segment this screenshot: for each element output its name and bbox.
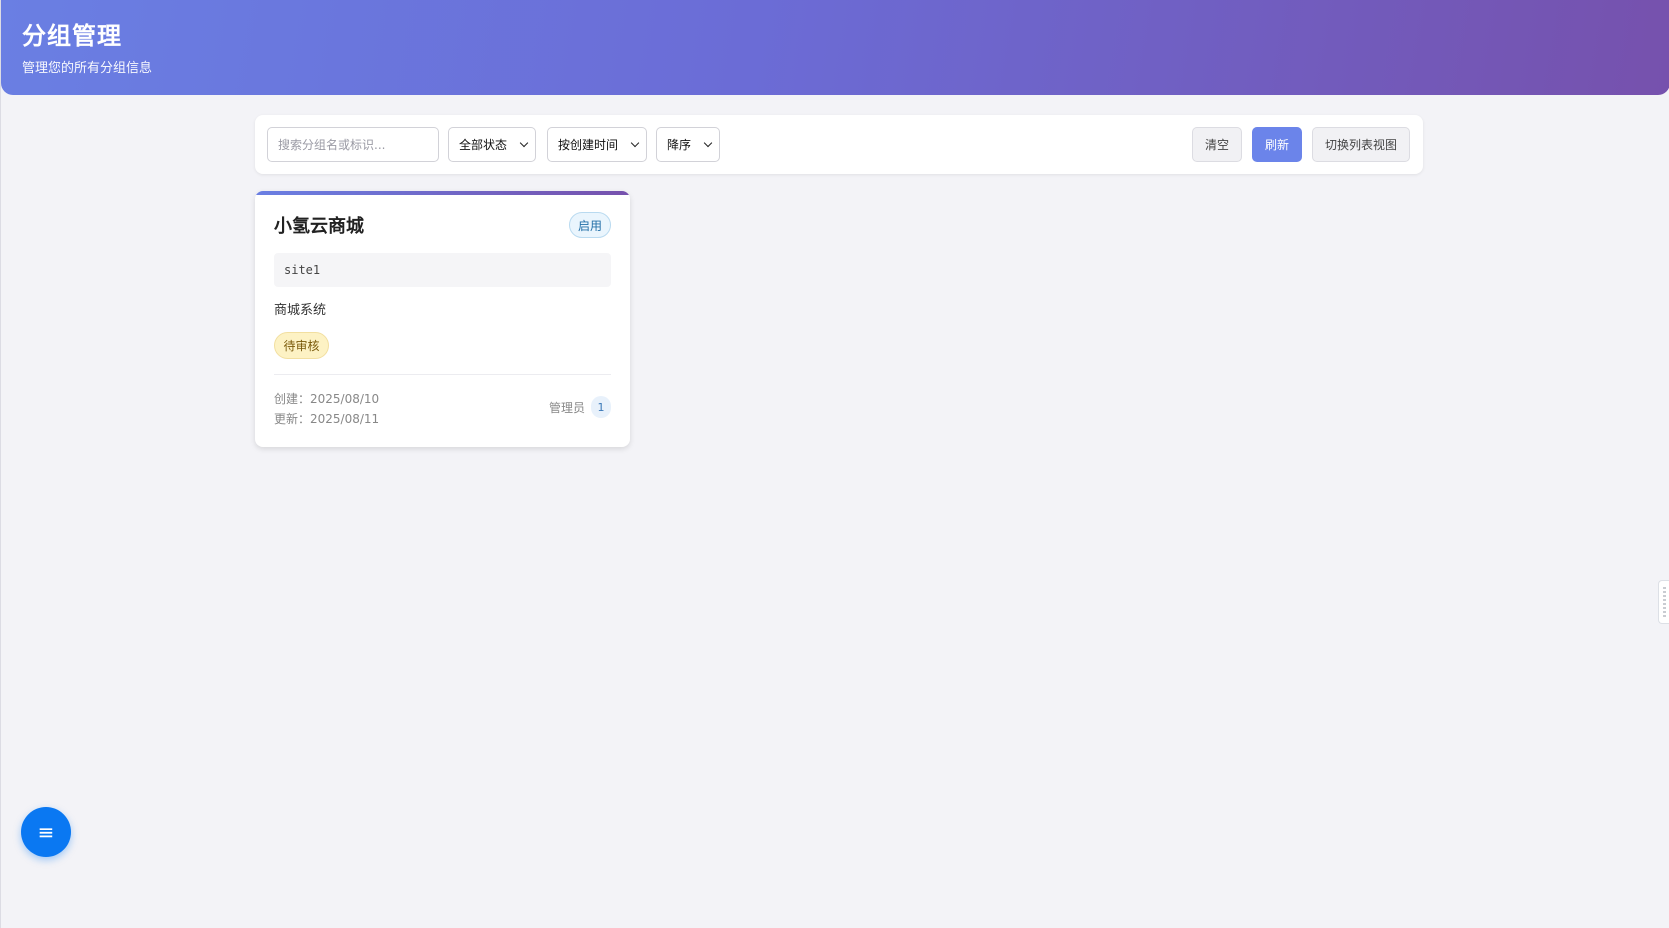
admin-count-badge: 1 <box>591 396 611 418</box>
created-date-row: 创建：2025/08/10 <box>274 390 379 407</box>
updated-date: 2025/08/11 <box>310 412 380 426</box>
sort-by-value: 按创建时间 <box>558 138 619 152</box>
page-header: 分组管理 管理您的所有分组信息 <box>1 0 1669 95</box>
group-code: site1 <box>274 253 611 287</box>
chevron-down-icon <box>703 138 713 148</box>
app-root: 分组管理 管理您的所有分组信息 搜索分组名或标识... 全部状态 按创建时间 降… <box>0 0 1669 928</box>
group-description: 商城系统 <box>274 303 327 318</box>
search-input[interactable]: 搜索分组名或标识... <box>267 127 439 162</box>
admin-count-info: 管理员 1 <box>549 396 611 418</box>
status-filter-value: 全部状态 <box>459 138 508 152</box>
floating-menu-button[interactable]: ≡ <box>21 807 71 857</box>
group-card[interactable]: 小氢云商城 启用 site1 商城系统 待审核 创建：2025/08/10 更新… <box>255 191 630 447</box>
status-filter-select[interactable]: 全部状态 <box>448 127 536 162</box>
updated-label: 更新： <box>274 412 311 426</box>
page-subtitle: 管理您的所有分组信息 <box>22 61 153 76</box>
menu-icon: ≡ <box>37 820 55 844</box>
updated-date-row: 更新：2025/08/11 <box>274 410 379 427</box>
filter-toolbar: 搜索分组名或标识... 全部状态 按创建时间 降序 清空 刷新 切换列表视图 <box>255 115 1423 174</box>
group-name: 小氢云商城 <box>274 216 364 237</box>
sort-order-value: 降序 <box>667 138 692 152</box>
refresh-button[interactable]: 刷新 <box>1252 127 1302 162</box>
clear-button[interactable]: 清空 <box>1192 127 1242 162</box>
created-label: 创建： <box>274 392 311 406</box>
chevron-down-icon <box>630 138 640 148</box>
search-placeholder: 搜索分组名或标识... <box>278 138 386 152</box>
sort-by-select[interactable]: 按创建时间 <box>547 127 647 162</box>
side-drawer-handle[interactable] <box>1658 580 1669 624</box>
status-badge: 启用 <box>569 212 611 238</box>
grip-icon <box>1663 587 1666 619</box>
chevron-down-icon <box>519 138 529 148</box>
sort-order-select[interactable]: 降序 <box>656 127 720 162</box>
created-date: 2025/08/10 <box>310 392 380 406</box>
card-accent-bar <box>255 191 630 195</box>
review-status-tag: 待审核 <box>274 332 329 359</box>
page-title: 分组管理 <box>22 22 122 50</box>
card-divider <box>274 374 611 375</box>
toggle-list-view-button[interactable]: 切换列表视图 <box>1312 127 1410 162</box>
admin-label: 管理员 <box>548 400 585 415</box>
